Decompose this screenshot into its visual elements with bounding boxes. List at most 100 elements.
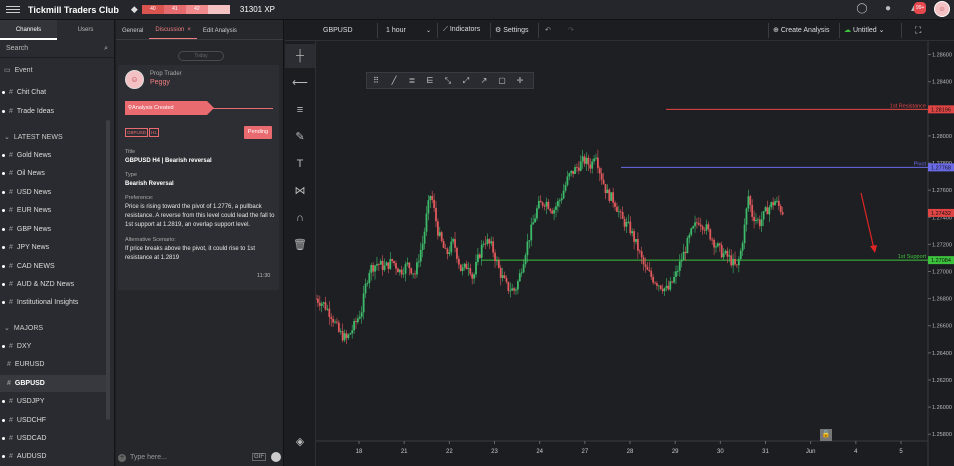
sidebar-item-cad-news[interactable]: # CAD NEWS: [0, 258, 106, 275]
drag-handle-icon[interactable]: ⠿: [367, 76, 385, 85]
candle-body: [528, 240, 531, 242]
candle-body: [532, 222, 535, 225]
message-input[interactable]: + Type here... GIF: [116, 449, 284, 466]
search-input[interactable]: Search ⌕: [0, 40, 114, 58]
globe-icon[interactable]: ◯: [856, 3, 868, 15]
line-tool-icon[interactable]: ⟵: [285, 71, 315, 95]
category-latest-news[interactable]: ⌄ LATEST NEWS: [4, 133, 63, 142]
close-icon[interactable]: ×: [187, 27, 191, 33]
indicators-button[interactable]: ⟋ Indicators: [443, 26, 480, 34]
rectangle-icon[interactable]: ▢: [493, 76, 511, 85]
unread-dot: [2, 345, 5, 348]
candle-body: [438, 232, 441, 236]
avatar[interactable]: ☺: [934, 1, 950, 17]
candle-body: [543, 205, 546, 207]
alternative-label: Alternative Scenario:: [125, 237, 176, 243]
top-bar: Tickmill Traders Club ◆ 40 41 42 31301 X…: [0, 0, 954, 20]
analysis-message: ☺ Prop Trader Peggy ⚲Analysis Created GB…: [118, 65, 279, 290]
author-name[interactable]: Peggy: [150, 79, 170, 86]
gif-button[interactable]: GIF: [252, 453, 266, 461]
category-majors[interactable]: ⌄ MAJORS: [4, 324, 43, 333]
user-icon[interactable]: ●: [882, 3, 894, 15]
tab-channels[interactable]: Channels: [0, 20, 57, 40]
candle-body: [408, 262, 411, 269]
create-analysis-button[interactable]: ⊕ Create Analysis: [773, 26, 829, 34]
sidebar-item-jpy-news[interactable]: # JPY News: [0, 239, 106, 256]
candle-body: [665, 285, 668, 289]
sidebar-scrollbar[interactable]: [106, 120, 110, 420]
candle-body: [545, 201, 548, 207]
candle-body: [526, 241, 529, 256]
lock-icon[interactable]: 🔒: [820, 429, 832, 441]
symbol-selector[interactable]: GBPUSD: [323, 27, 353, 34]
sidebar-item-event[interactable]: ▭ Event: [4, 66, 33, 75]
sidebar-item-dxy[interactable]: # DXY: [0, 338, 106, 355]
bell-icon[interactable]: ▲99+: [908, 2, 927, 15]
avatar[interactable]: ☺: [125, 70, 144, 89]
tab-edit-analysis[interactable]: Edit Analysis: [197, 28, 243, 39]
candle-body: [349, 333, 352, 335]
sidebar-item-label: GBPUSD: [14, 380, 45, 387]
fib-icon[interactable]: ⋿: [421, 76, 439, 85]
sidebar-item-eurusd[interactable]: # EURUSD: [0, 356, 106, 373]
tab-users[interactable]: Users: [57, 20, 114, 40]
hlines-tool-icon[interactable]: ≡: [285, 98, 315, 122]
sidebar-item-gbpusd[interactable]: # GBPUSD: [0, 375, 106, 392]
sidebar-item-institutional-insights[interactable]: # Institutional Insights: [0, 294, 106, 311]
magnet-icon[interactable]: ∩: [285, 206, 315, 230]
add-icon[interactable]: +: [118, 453, 126, 462]
sidebar-item-oil-news[interactable]: # Oil News: [0, 165, 106, 182]
sidebar-item-eur-news[interactable]: # EUR News: [0, 202, 106, 219]
undo-icon[interactable]: ↶: [545, 26, 551, 34]
candle-body: [705, 224, 708, 231]
projection-arrow: [860, 192, 875, 250]
sidebar-item-usdchf[interactable]: # USDCHF: [0, 412, 106, 429]
sidebar-item-gold-news[interactable]: # Gold News: [0, 147, 106, 164]
hlines-icon[interactable]: ≣: [403, 76, 421, 85]
author-role: Prop Trader: [150, 71, 182, 77]
crosshair-icon[interactable]: ✛: [511, 76, 529, 85]
settings-button[interactable]: ⚙ Settings: [495, 26, 529, 34]
crosshair-icon[interactable]: ┼: [285, 44, 315, 68]
candle-body: [322, 302, 325, 304]
sidebar-item-usdjpy[interactable]: # USDJPY: [0, 393, 106, 410]
sidebar-item-trade-ideas[interactable]: # Trade Ideas: [0, 103, 106, 120]
input-placeholder: Type here...: [130, 454, 167, 461]
sidebar-item-chit-chat[interactable]: # Chit Chat: [0, 84, 106, 101]
redo-icon[interactable]: ↷: [568, 26, 574, 34]
sidebar-item-label: Oil News: [16, 170, 45, 177]
candle-body: [496, 260, 498, 262]
y-tick-label: 1.26600: [932, 324, 952, 330]
chevron-down-icon[interactable]: ⌄: [426, 27, 431, 34]
trendline-icon[interactable]: ⤡: [439, 76, 457, 86]
text-tool-icon[interactable]: T: [285, 152, 315, 176]
ray-icon[interactable]: ⤢: [457, 76, 475, 86]
sidebar-item-aud-nzd-news[interactable]: # AUD & NZD News: [0, 276, 106, 293]
brush-tool-icon[interactable]: ✎: [285, 125, 315, 149]
timeframe-selector[interactable]: 1 hour: [386, 27, 406, 34]
sidebar-item-gbp-news[interactable]: # GBP News: [0, 221, 106, 238]
divider: [207, 108, 273, 109]
pen-icon[interactable]: ╱: [385, 76, 403, 85]
search-icon[interactable]: ⌕: [104, 45, 108, 53]
candle-body: [621, 212, 624, 219]
candle-body: [671, 281, 674, 283]
candle-body: [513, 288, 515, 291]
menu-icon[interactable]: [6, 6, 20, 13]
layers-icon[interactable]: ◈: [285, 430, 315, 454]
sidebar-item-usd-news[interactable]: # USD News: [0, 184, 106, 201]
arrow-icon[interactable]: ↗: [475, 76, 493, 85]
sidebar-item-usdcad[interactable]: # USDCAD: [0, 430, 106, 447]
emoji-icon[interactable]: [271, 452, 281, 462]
tab-general[interactable]: General: [116, 28, 149, 39]
pattern-tool-icon[interactable]: ⋈: [285, 179, 315, 203]
candle-body: [589, 164, 592, 169]
chart-canvas[interactable]: 1.286001.284001.282001.280001.278001.276…: [315, 41, 954, 466]
candle-body: [476, 254, 479, 262]
fullscreen-icon[interactable]: ⛶: [915, 25, 921, 36]
trash-icon[interactable]: 🗑: [285, 233, 315, 257]
price-chart[interactable]: 1.286001.284001.282001.280001.278001.276…: [315, 41, 954, 466]
sidebar-item-audusd[interactable]: # AUDUSD: [0, 448, 106, 465]
tab-discussion[interactable]: Discussion ×: [149, 27, 197, 39]
layout-selector[interactable]: ☁ Untitled ⌄: [844, 26, 885, 34]
